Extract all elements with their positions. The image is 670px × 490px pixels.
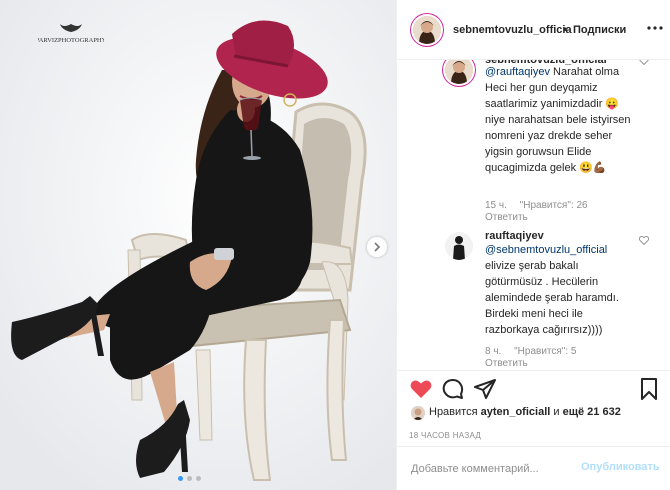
svg-text:PARVIZPHOTOGRAPHY: PARVIZPHOTOGRAPHY	[38, 37, 104, 44]
post-photo[interactable]: PARVIZPHOTOGRAPHY	[0, 0, 396, 490]
comment-reply-button[interactable]: Ответить	[485, 212, 528, 223]
liker-avatar[interactable]	[411, 406, 425, 420]
comment-button[interactable]	[441, 377, 465, 401]
likes-count[interactable]: ещё 21 632	[563, 406, 621, 418]
save-button[interactable]	[637, 377, 661, 401]
carousel-dot	[187, 476, 192, 481]
watermark-logo-icon: PARVIZPHOTOGRAPHY	[36, 24, 107, 44]
comment-likes-count[interactable]: "Нравится": 26	[520, 200, 588, 211]
comment-mention[interactable]: @rauftaqiyev	[485, 66, 550, 78]
comment-likes-count[interactable]: "Нравится": 5	[514, 346, 576, 357]
author-username[interactable]: sebnemtovuzlu_officia	[453, 24, 572, 36]
bookmark-icon	[641, 378, 657, 400]
comment-meta: 8 ч. "Нравится": 5	[485, 346, 586, 357]
carousel-dot	[178, 476, 183, 481]
heart-outline-icon	[639, 60, 649, 66]
comment-input[interactable]	[409, 457, 593, 481]
more-options-button[interactable]	[647, 18, 663, 36]
author-avatar[interactable]	[413, 16, 441, 44]
liker-username[interactable]: ayten_oficiall	[481, 406, 551, 418]
like-button[interactable]	[409, 377, 433, 401]
comments-list: sebnemtovuzlu_official @rauftaqiyev Nara…	[397, 60, 670, 370]
next-photo-button[interactable]	[367, 237, 387, 257]
comment-reply-button[interactable]: Ответить	[485, 358, 528, 369]
comment-text: @rauftaqiyev Narahat olma Heci her gun d…	[485, 64, 633, 176]
share-icon	[474, 379, 496, 399]
commenter-avatar[interactable]	[445, 232, 473, 260]
heart-filled-icon	[410, 380, 432, 398]
more-dots-icon	[647, 26, 663, 30]
comment-item: sebnemtovuzlu_official @rauftaqiyev Nara…	[397, 60, 670, 224]
avatar-image	[445, 60, 473, 84]
comment-item: rauftaqiyev @sebnemtovuzlu_officialelivi…	[397, 230, 670, 370]
comment-body: Narahat olma Heci her gun deyqamiz saatl…	[485, 66, 631, 174]
instagram-post-modal: PARVIZPHOTOGRAPHY sebnemtovuzlu_officia …	[0, 0, 670, 490]
avatar-image	[445, 232, 473, 260]
header-separator: •	[563, 22, 568, 36]
share-button[interactable]	[473, 377, 497, 401]
comment-username[interactable]: rauftaqiyev	[485, 230, 544, 242]
comment-text: @sebnemtovuzlu_officialelivize şerab bak…	[485, 242, 633, 338]
publish-button[interactable]: Опубликовать	[581, 461, 660, 473]
post-header: sebnemtovuzlu_officia • Подписки	[397, 0, 670, 60]
likes-summary: Нравится ayten_oficiall и ещё 21 632	[429, 406, 621, 418]
comment-body: elivize şerab bakalı götürmüsüz . Hecüle…	[485, 260, 619, 336]
carousel-dot	[196, 476, 201, 481]
likes-prefix: Нравится	[429, 406, 478, 418]
post-side-panel: sebnemtovuzlu_officia • Подписки sebnemt…	[396, 0, 670, 490]
post-actions-bar	[397, 370, 670, 404]
likes-connector: и	[553, 406, 560, 418]
add-comment-bar: Опубликовать	[397, 446, 670, 490]
avatar-image	[411, 406, 425, 420]
comment-time: 15 ч.	[485, 200, 507, 211]
carousel-dots	[178, 476, 201, 481]
comment-like-button[interactable]	[638, 236, 650, 248]
photographer-watermark: PARVIZPHOTOGRAPHY	[36, 22, 107, 46]
comment-meta: 15 ч. "Нравится": 26	[485, 200, 598, 211]
following-button[interactable]: Подписки	[573, 24, 626, 36]
chevron-right-icon	[374, 242, 381, 252]
avatar-image	[413, 16, 441, 44]
comment-like-button[interactable]	[639, 60, 649, 68]
comment-icon	[442, 379, 464, 399]
photo-illustration	[0, 0, 396, 490]
post-timestamp[interactable]: 18 ЧАСОВ НАЗАД	[409, 431, 481, 440]
commenter-avatar[interactable]	[445, 60, 473, 84]
heart-outline-icon	[638, 236, 650, 246]
comment-time: 8 ч.	[485, 346, 502, 357]
comment-mention[interactable]: @sebnemtovuzlu_official	[485, 244, 607, 256]
